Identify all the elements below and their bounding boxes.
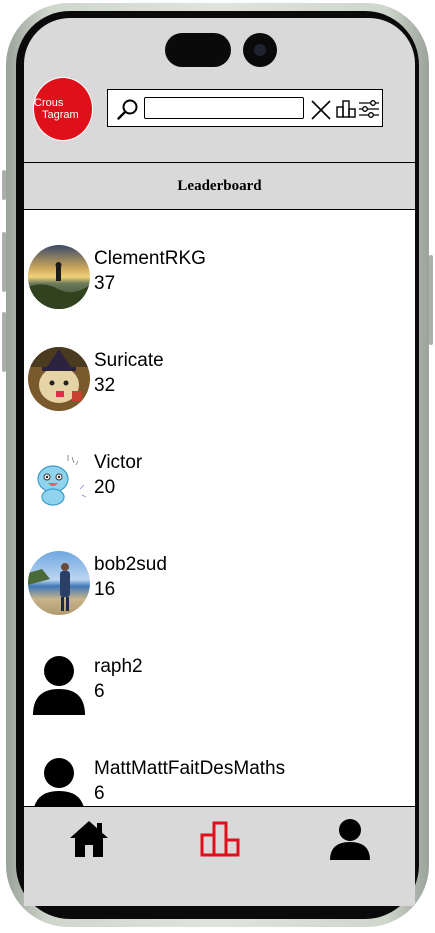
leaderboard-icon[interactable] [200,821,240,857]
page-title: Leaderboard [177,178,262,194]
close-icon[interactable] [310,99,332,121]
leaderboard-entry[interactable]: bob2sud 16 [24,551,415,653]
player-name[interactable]: MattMattFaitDesMaths [94,758,285,780]
avatar[interactable] [28,653,90,717]
leaderboard-entry[interactable]: Victor 20 [24,449,415,551]
avatar-photo-beach-person [28,551,90,615]
app-logo[interactable]: Crous Tagram [33,77,93,141]
player-score: 20 [94,477,116,498]
player-score: 32 [94,375,116,396]
avatar-photo-sunset-hiker [28,245,90,309]
logo-text-line1: Crous [34,97,64,109]
search-input[interactable] [144,97,304,119]
avatar[interactable] [28,245,90,309]
player-name[interactable]: Victor [94,452,142,474]
leaderboard-list[interactable]: ClementRKG 37 Suricate 32 Victor 20 bob2… [24,210,415,807]
phone-side-button-silent [2,170,6,200]
search-bar [107,89,383,127]
front-camera [243,33,277,67]
phone-side-button-power [429,255,433,345]
avatar-cartoon-blue-creature [28,449,90,513]
home-icon[interactable] [68,819,110,859]
player-score: 37 [94,273,116,294]
avatar[interactable] [28,551,90,615]
leaderboard-entry[interactable]: MattMattFaitDesMaths 6 [24,755,415,807]
player-score: 16 [94,579,116,600]
leaderboard-entry[interactable]: raph2 6 [24,653,415,755]
player-name[interactable]: bob2sud [94,554,167,576]
player-name[interactable]: raph2 [94,656,143,678]
logo-text-line2: Tagram [42,109,79,121]
dynamic-island [165,33,231,67]
player-score: 6 [94,783,105,804]
filter-sliders-icon[interactable] [358,99,380,119]
player-score: 6 [94,681,105,702]
search-icon[interactable] [116,97,140,121]
avatar[interactable] [28,347,90,411]
avatar[interactable] [28,449,90,513]
leaderboard-entry[interactable]: ClementRKG 37 [24,245,415,347]
leaderboard-entry[interactable]: Suricate 32 [24,347,415,449]
leaderboard-icon[interactable] [336,100,356,118]
player-name[interactable]: ClementRKG [94,248,206,270]
phone-side-button-volume-up [2,232,6,292]
bottom-nav [24,806,415,906]
avatar-photo-dog-witch-hat [28,347,90,411]
default-user-icon [33,656,85,715]
avatar[interactable] [28,755,90,807]
page-header: Leaderboard [24,162,415,210]
profile-icon[interactable] [328,817,372,861]
phone-side-button-volume-down [2,312,6,372]
player-name[interactable]: Suricate [94,350,164,372]
default-user-icon [34,758,84,807]
